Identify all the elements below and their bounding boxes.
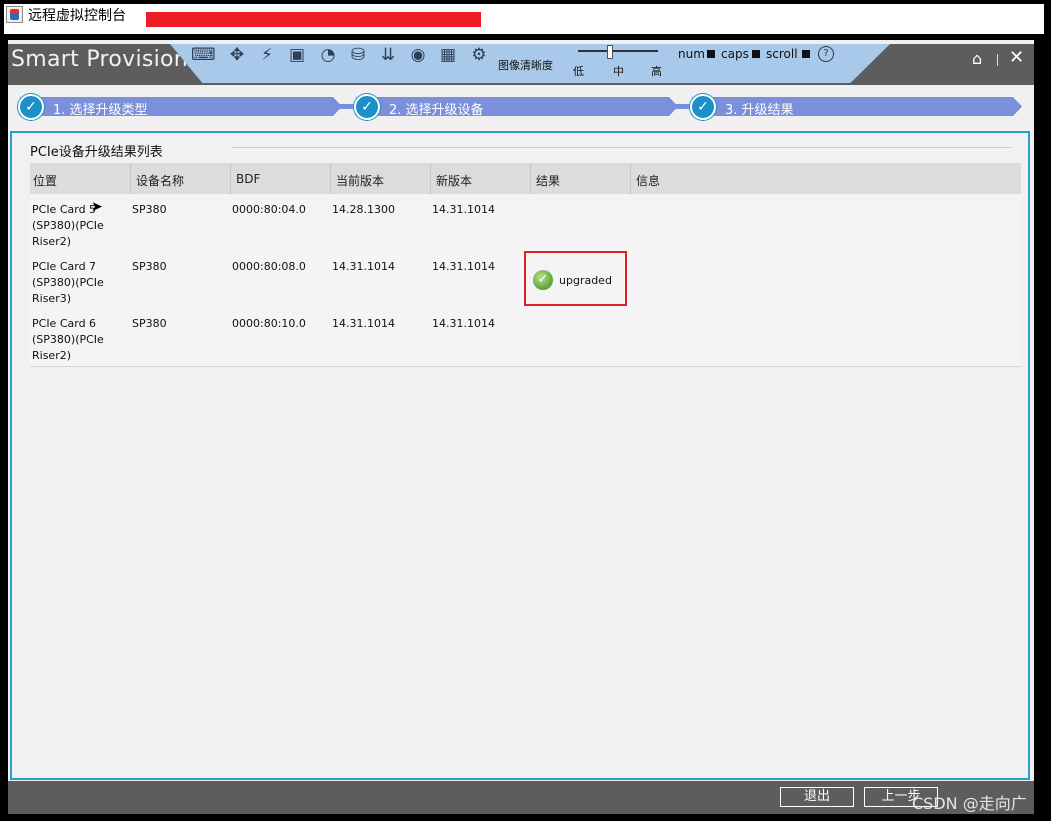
- column-header-name: 设备名称: [136, 174, 185, 188]
- num-lock-label: num: [678, 47, 705, 61]
- clarity-level-high: 高: [651, 65, 662, 78]
- settings-icon[interactable]: ⚙: [469, 45, 489, 65]
- table-cell-bdf: 0000:80:08.0: [232, 260, 306, 273]
- clarity-label: 图像清晰度: [498, 59, 553, 72]
- table-cell-location: PCIe Card 5 (SP380)(PCIe Riser2): [32, 203, 104, 248]
- column-separator[interactable]: [430, 163, 431, 194]
- column-header-result: 结果: [536, 174, 561, 188]
- table-cell-bdf: 0000:80:04.0: [232, 203, 306, 216]
- image-icon[interactable]: ▦: [438, 45, 458, 65]
- table-cell-result: upgraded: [559, 274, 612, 287]
- close-icon[interactable]: ✕: [1009, 49, 1024, 67]
- mouse-cursor-icon: ➤: [91, 199, 103, 215]
- caps-lock-indicator: [752, 50, 760, 58]
- column-separator[interactable]: [130, 163, 131, 194]
- table-cell-name: SP380: [132, 203, 167, 216]
- column-separator[interactable]: [230, 163, 231, 194]
- help-icon[interactable]: ?: [818, 46, 834, 62]
- step-1-check-icon: ✓: [18, 94, 44, 120]
- column-header-bdf: BDF: [236, 172, 261, 186]
- table-cell-new-version: 14.31.1014: [432, 203, 495, 216]
- redaction-bar: [146, 12, 481, 27]
- home-icon[interactable]: ⌂: [972, 51, 982, 67]
- success-check-icon: ✓: [533, 270, 553, 290]
- scroll-lock-label: scroll: [766, 47, 798, 61]
- mouse-icon[interactable]: ◔: [318, 45, 338, 65]
- step-3-label: 3. 升级结果: [725, 103, 794, 118]
- scroll-lock-indicator: [802, 50, 810, 58]
- column-separator[interactable]: [630, 163, 631, 194]
- column-separator[interactable]: [330, 163, 331, 194]
- step-2-label: 2. 选择升级设备: [389, 103, 484, 118]
- column-header-current-version: 当前版本: [336, 174, 385, 188]
- table-cell-current-version: 14.31.1014: [332, 317, 395, 330]
- app-brand: Smart Provisioning: [11, 47, 189, 72]
- move-icon[interactable]: ✥: [227, 45, 247, 65]
- step-1-label: 1. 选择升级类型: [53, 103, 148, 118]
- section-title: PCIe设备升级结果列表: [30, 145, 163, 160]
- java-app-icon: [6, 6, 23, 23]
- table-cell-current-version: 14.28.1300: [332, 203, 395, 216]
- step-3-check-icon: ✓: [690, 94, 716, 120]
- table-cell-name: SP380: [132, 260, 167, 273]
- table-cell-name: SP380: [132, 317, 167, 330]
- install-icon[interactable]: ⇊: [378, 45, 398, 65]
- table-cell-current-version: 14.31.1014: [332, 260, 395, 273]
- column-separator[interactable]: [530, 163, 531, 194]
- keyboard-icon[interactable]: ⌨: [191, 45, 216, 65]
- exit-button[interactable]: 退出: [780, 787, 854, 807]
- film-icon[interactable]: ▣: [287, 45, 307, 65]
- table-cell-bdf: 0000:80:10.0: [232, 317, 306, 330]
- column-header-info: 信息: [636, 174, 661, 188]
- table-cell-new-version: 14.31.1014: [432, 260, 495, 273]
- clarity-slider-thumb[interactable]: [607, 45, 613, 59]
- num-lock-indicator: [707, 50, 715, 58]
- clarity-level-low: 低: [573, 65, 584, 78]
- caps-lock-label: caps: [721, 47, 749, 61]
- clarity-slider-track[interactable]: [578, 50, 658, 52]
- clarity-level-mid: 中: [613, 65, 624, 78]
- disk-icon[interactable]: ⛁: [348, 45, 368, 65]
- header-divider: [997, 54, 998, 66]
- column-header-location: 位置: [33, 174, 58, 188]
- column-header-new-version: 新版本: [436, 174, 473, 188]
- step-2-check-icon: ✓: [354, 94, 380, 120]
- lightning-icon[interactable]: ⚡: [257, 45, 277, 65]
- window-title: 远程虚拟控制台: [28, 8, 126, 24]
- table-cell-location: PCIe Card 6 (SP380)(PCIe Riser2): [32, 317, 104, 362]
- table-cell-location: PCIe Card 7 (SP380)(PCIe Riser3): [32, 260, 104, 305]
- table-cell-new-version: 14.31.1014: [432, 317, 495, 330]
- cd-icon[interactable]: ◉: [408, 45, 428, 65]
- section-divider: [232, 147, 1011, 148]
- watermark: CSDN @走向广: [912, 794, 1027, 813]
